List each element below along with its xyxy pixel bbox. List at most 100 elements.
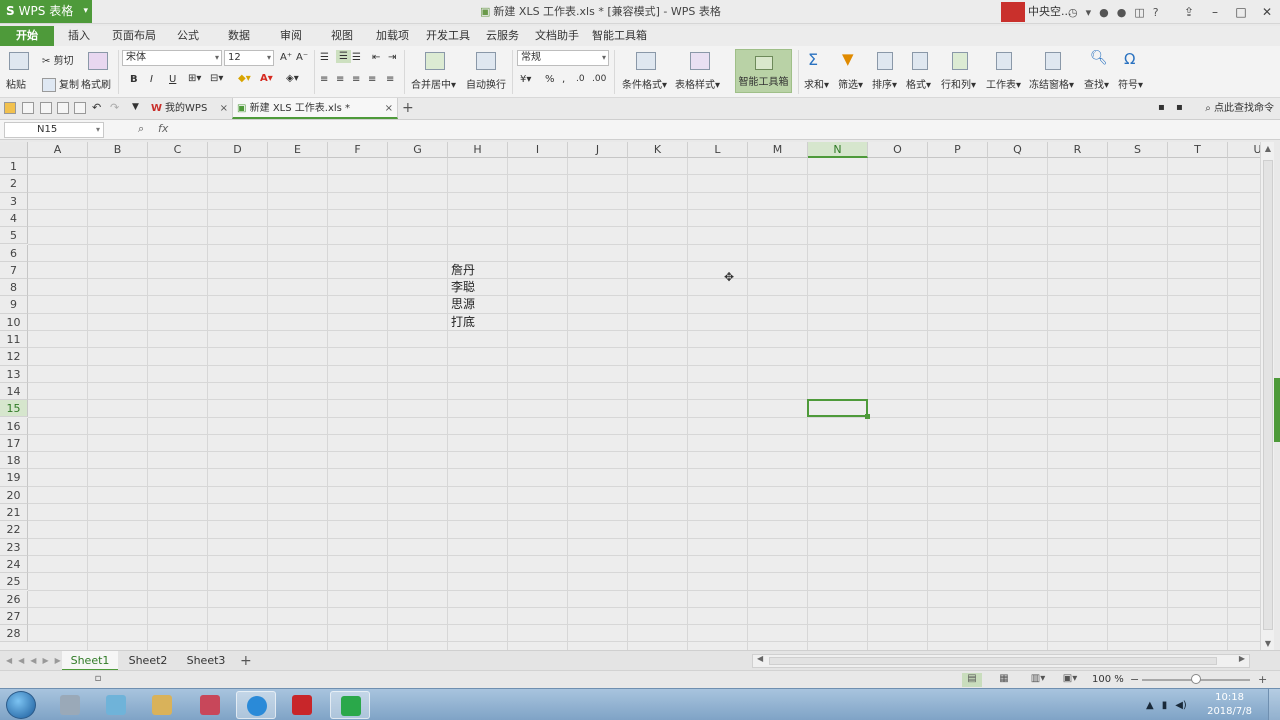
tab-data[interactable]: 数据 xyxy=(228,26,250,46)
feedback-icon[interactable]: ▪ xyxy=(1158,102,1165,113)
distributed-button[interactable]: ≡ xyxy=(386,74,394,85)
find-command-box[interactable]: ⌕ 点此查找命令 xyxy=(1205,98,1274,119)
merge-center-button[interactable]: 合并居中▾ xyxy=(411,76,456,91)
format-button[interactable]: 格式▾ xyxy=(906,76,931,91)
taskbar-autocad[interactable] xyxy=(282,691,322,719)
taskbar-wps-spreadsheet[interactable] xyxy=(330,691,370,719)
macro-icon[interactable]: ▫ xyxy=(88,673,108,687)
clear-format-button[interactable]: ◈▾ xyxy=(286,73,299,84)
row-header-5[interactable]: 5 xyxy=(0,227,28,245)
decimal-decrease-button[interactable]: .00 xyxy=(592,74,606,84)
tab-review[interactable]: 审阅 xyxy=(280,26,302,46)
column-header-k[interactable]: K xyxy=(628,142,688,158)
merge-borders-button[interactable]: ⊟▾ xyxy=(210,73,223,84)
freeze-button[interactable]: 冻结窗格▾ xyxy=(1029,76,1074,91)
row-header-13[interactable]: 13 xyxy=(0,365,28,383)
scroll-down-icon[interactable]: ▼ xyxy=(1261,639,1275,648)
select-all-corner[interactable] xyxy=(0,142,28,158)
page-layout-view-button[interactable]: ▥▾ xyxy=(1028,673,1048,687)
row-header-25[interactable]: 25 xyxy=(0,573,28,591)
underline-button[interactable]: U xyxy=(169,74,176,85)
row-header-3[interactable]: 3 xyxy=(0,192,28,210)
row-header-12[interactable]: 12 xyxy=(0,348,28,366)
row-header-28[interactable]: 28 xyxy=(0,625,28,643)
copy-button[interactable]: 复制 xyxy=(42,76,79,92)
indent-increase-button[interactable]: ⇥ xyxy=(388,52,396,63)
cell-h10[interactable]: 打底 xyxy=(448,314,508,331)
column-header-b[interactable]: B xyxy=(88,142,148,158)
italic-button[interactable]: I xyxy=(150,74,153,85)
tab-current-document[interactable]: ▣ 新建 XLS 工作表.xls * × xyxy=(232,98,398,119)
taskbar-snipping[interactable] xyxy=(190,691,230,719)
cell-h7[interactable]: 詹丹 xyxy=(448,262,508,279)
sheet-tab-1[interactable]: Sheet1 xyxy=(62,651,118,671)
tab-my-wps[interactable]: W 我的WPS × xyxy=(148,98,232,119)
font-shrink-button[interactable]: A⁻ xyxy=(296,52,308,63)
row-header-14[interactable]: 14 xyxy=(0,382,28,401)
row-header-4[interactable]: 4 xyxy=(0,209,28,228)
indent-decrease-button[interactable]: ⇤ xyxy=(372,52,380,63)
restore-ribbon-icon[interactable]: ⇪ xyxy=(1176,5,1202,19)
active-cell-selection[interactable] xyxy=(807,399,870,420)
redo-icon[interactable]: ↷ xyxy=(110,101,119,114)
row-header-18[interactable]: 18 xyxy=(0,452,28,470)
row-header-23[interactable]: 23 xyxy=(0,538,28,556)
font-color-button[interactable]: A▾ xyxy=(260,73,273,84)
close-icon[interactable]: × xyxy=(385,98,393,119)
wrap-text-button[interactable]: 自动换行 xyxy=(466,76,506,91)
zoom-icon[interactable]: ⌕ xyxy=(138,122,144,136)
font-name-select[interactable]: 宋体 ▾ xyxy=(122,50,222,66)
column-header-g[interactable]: G xyxy=(388,142,448,158)
column-header-c[interactable]: C xyxy=(148,142,208,158)
sort-button[interactable]: 排序▾ xyxy=(872,76,897,91)
tab-cloud[interactable]: 云服务 xyxy=(486,26,519,46)
format-icon[interactable] xyxy=(912,52,928,70)
row-header-24[interactable]: 24 xyxy=(0,555,28,574)
conditional-format-button[interactable]: 条件格式▾ xyxy=(622,76,667,91)
scroll-left-icon[interactable]: ◀ xyxy=(757,654,763,663)
taskbar-paint[interactable] xyxy=(142,691,182,719)
save-icon[interactable] xyxy=(22,102,34,114)
row-header-16[interactable]: 16 xyxy=(0,417,28,435)
scroll-right-icon[interactable]: ▶ xyxy=(1239,654,1245,663)
row-header-27[interactable]: 27 xyxy=(0,607,28,626)
filter-button[interactable]: 筛选▾ xyxy=(838,76,863,91)
tab-formulas[interactable]: 公式 xyxy=(177,26,199,46)
wrap-text-icon[interactable] xyxy=(476,52,496,70)
row-col-icon[interactable] xyxy=(952,52,968,70)
align-right-button[interactable]: ≡ xyxy=(352,74,360,85)
taskbar-notes[interactable] xyxy=(96,691,136,719)
paste-button[interactable]: 粘贴 xyxy=(6,76,26,91)
row-header-1[interactable]: 1 xyxy=(0,158,28,176)
omega-icon[interactable]: Ω xyxy=(1124,50,1135,68)
zoom-out-button[interactable]: − xyxy=(1130,671,1139,689)
worksheet-button[interactable]: 工作表▾ xyxy=(986,76,1021,91)
percent-button[interactable]: % xyxy=(545,74,555,85)
print-icon[interactable] xyxy=(57,102,69,114)
preview-icon[interactable] xyxy=(74,102,86,114)
row-header-9[interactable]: 9 xyxy=(0,296,28,314)
tab-home[interactable]: 开始 xyxy=(0,26,54,46)
freeze-icon[interactable] xyxy=(1045,52,1061,70)
number-format-select[interactable]: 常规 ▾ xyxy=(517,50,609,66)
quick-access-dropdown[interactable]: ▼ xyxy=(132,102,139,112)
tab-smart-toolbox[interactable]: 智能工具箱 xyxy=(592,26,647,46)
zoom-slider-handle[interactable] xyxy=(1191,674,1201,684)
find-button[interactable]: 查找▾ xyxy=(1084,76,1109,91)
row-header-17[interactable]: 17 xyxy=(0,434,28,453)
zoom-in-button[interactable]: + xyxy=(1258,671,1267,689)
zoom-percentage[interactable]: 100 % xyxy=(1092,671,1124,689)
sort-icon[interactable] xyxy=(877,52,893,70)
fx-button[interactable]: fx xyxy=(158,122,168,135)
align-middle-button[interactable]: ☰ xyxy=(336,50,351,63)
skin-icon[interactable]: ● xyxy=(1099,6,1109,19)
user-name[interactable]: 中央空... xyxy=(1028,0,1072,24)
fullscreen-button[interactable]: ▣▾ xyxy=(1060,673,1080,687)
sum-icon[interactable]: Σ xyxy=(808,50,818,69)
network-icon[interactable]: ▮ xyxy=(1162,700,1168,711)
column-header-m[interactable]: M xyxy=(748,142,808,158)
avatar[interactable] xyxy=(1001,2,1025,22)
font-grow-button[interactable]: A⁺ xyxy=(280,52,292,63)
tab-developer[interactable]: 开发工具 xyxy=(426,26,470,46)
format-painter-button[interactable]: 格式刷 xyxy=(81,76,111,91)
